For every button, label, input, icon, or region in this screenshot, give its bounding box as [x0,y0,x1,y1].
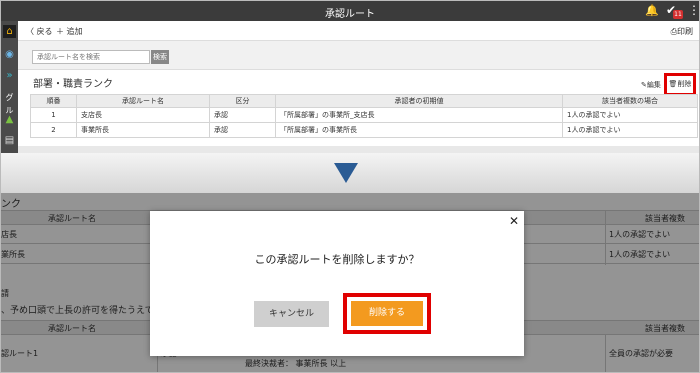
header-route-name: 承認ルート名 [76,94,210,108]
flag-icon[interactable]: ▲ [3,113,16,126]
table-header-row: 順番 承認ルート名 区分 承認者の初期値 該当者複数の場合 [30,94,698,108]
header-default-approver: 承認者の初期値 [275,94,563,108]
dialog-message: この承認ルートを削除しますか？ [254,253,420,266]
delete-button[interactable]: 🗑削除 [664,73,696,96]
group-nav-item[interactable]: グル [3,91,16,115]
cell-order: 2 [30,122,77,138]
page-title: 承認ルート [325,9,375,20]
cell-order: 1 [30,107,77,123]
forward-icon[interactable]: » [3,69,16,82]
search-input[interactable] [32,50,150,64]
content-footer [18,146,699,153]
bell-icon[interactable]: 🔔 [645,4,659,17]
search-button[interactable]: 検索 [151,50,169,64]
edit-button[interactable]: ✎編集 [641,80,661,90]
delete-label: 削除 [677,80,692,88]
left-nav: ⌂ ◉ » グル ▲ ▤ [1,21,18,153]
cell-multiple: 1人の承認でよい [562,122,698,138]
header-order: 順番 [30,94,77,108]
confirm-delete-button[interactable]: 削除する [351,301,423,326]
header-multiple: 該当者複数の場合 [562,94,698,108]
cell-default-approver: 「所属部署」の事業所_支店長 [275,107,563,123]
search-bar: 検索 [18,41,699,70]
back-button[interactable]: 〈 戻る [26,26,53,37]
down-arrow-icon [334,163,358,183]
notification-badge: 11 [673,10,683,19]
more-menu-icon[interactable]: ⋮ [688,3,700,17]
confirm-highlight: 削除する [343,293,431,334]
print-label: 印刷 [677,27,693,36]
table-row[interactable]: 2 事業所長 承認 「所属部署」の事業所長 1人の承認でよい [30,122,698,138]
cell-route-name: 支店長 [76,107,210,123]
edit-label: 編集 [646,81,661,89]
print-button[interactable]: ⎙印刷 [671,26,693,37]
close-icon[interactable]: ✕ [509,214,519,228]
app-header: 承認ルート 🔔 ✔ 11 ⋮ [1,1,700,21]
cell-category: 承認 [209,107,276,123]
table-row[interactable]: 1 支店長 承認 「所属部署」の事業所_支店長 1人の承認でよい [30,107,698,123]
cell-route-name: 事業所長 [76,122,210,138]
home-icon[interactable]: ⌂ [3,25,16,38]
document-icon[interactable]: ▤ [3,134,16,147]
cell-default-approver: 「所属部署」の事業所長 [275,122,563,138]
header-category: 区分 [209,94,276,108]
confirm-delete-dialog: ✕ この承認ルートを削除しますか？ キャンセル 削除する [150,211,524,356]
database-icon[interactable]: ◉ [3,48,16,61]
add-button[interactable]: ＋ 追加 [56,26,83,37]
approval-route-table: 順番 承認ルート名 区分 承認者の初期値 該当者複数の場合 1 支店長 承認 「… [30,94,698,138]
toolbar: 〈 戻る ＋ 追加 ⎙印刷 [18,21,699,41]
cell-category: 承認 [209,122,276,138]
section-title: 部署・職責ランク [33,79,113,90]
cell-multiple: 1人の承認でよい [562,107,698,123]
cancel-button[interactable]: キャンセル [254,301,329,327]
